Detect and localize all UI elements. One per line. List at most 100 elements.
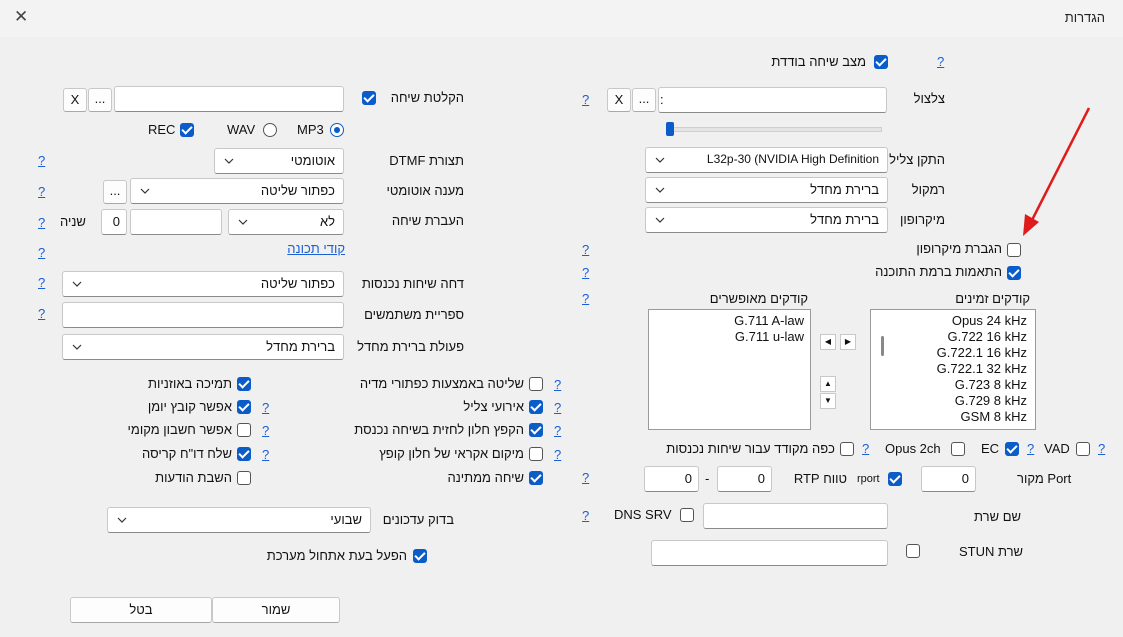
recording-browse-button[interactable]: ... [88,88,112,112]
sound-events-checkbox[interactable] [529,400,543,414]
help-link[interactable]: ? [38,275,45,291]
default-action-select[interactable]: ברירת מחדל [62,334,344,360]
dns-srv-checkbox[interactable] [680,508,694,522]
help-link[interactable]: ? [937,54,944,70]
updates-select[interactable]: שבועי [107,507,371,533]
ring-device-select[interactable]: L32p-30 (NVIDIA High Definition [645,147,888,173]
media-buttons-checkbox[interactable] [529,377,543,391]
help-link[interactable]: ? [262,423,269,439]
ringtone-field[interactable]: : [658,87,887,113]
call-forward-number-field[interactable] [130,209,222,235]
enabled-codecs-list[interactable]: G.711 A-law G.711 u-law [648,309,811,430]
random-popup-checkbox[interactable] [529,447,543,461]
reject-incoming-select[interactable]: כפתור שליטה [62,271,344,297]
headset-support-checkbox[interactable] [237,377,251,391]
available-codecs-list[interactable]: Opus 24 kHz G.722 16 kHz G.722.1 16 kHz G.7… [870,309,1036,430]
run-startup-checkbox[interactable] [413,549,427,563]
help-link[interactable]: ? [582,92,589,108]
auto-answer-more-button[interactable]: ... [103,180,127,204]
recording-checkbox[interactable] [362,91,376,105]
stun-field[interactable] [651,540,888,566]
help-link[interactable]: ? [1027,441,1034,457]
software-adjust-checkbox[interactable] [1007,266,1021,280]
ringtone-browse-button[interactable]: ... [632,88,656,112]
save-button[interactable]: שמור [212,597,340,623]
help-link[interactable]: ? [38,153,45,169]
help-link[interactable]: ? [554,400,561,416]
opus2ch-checkbox[interactable] [951,442,965,456]
dtmf-select[interactable]: אוטומטי [214,148,344,174]
call-waiting-checkbox[interactable] [529,471,543,485]
list-scrollbar[interactable] [881,336,884,356]
disable-notifications-checkbox[interactable] [237,471,251,485]
mic-boost-checkbox[interactable] [1007,243,1021,257]
port-field[interactable]: 0 [921,466,976,492]
help-link[interactable]: ? [582,242,589,258]
cancel-button[interactable]: בטל [70,597,212,623]
help-link[interactable]: ? [262,447,269,463]
help-link[interactable]: ? [582,470,589,486]
help-link[interactable]: ? [38,245,45,261]
auto-answer-select[interactable]: כפתור שליטה [130,178,344,204]
help-link[interactable]: ? [38,184,45,200]
help-link[interactable]: ? [38,215,45,231]
codec-item[interactable]: G.722.1 16 kHz [887,345,1027,361]
help-link[interactable]: ? [582,265,589,281]
recording-folder-field[interactable] [114,86,344,112]
codec-item[interactable]: G.722.1 32 kHz [887,361,1027,377]
popup-front-checkbox[interactable] [529,423,543,437]
help-link[interactable]: ? [554,423,561,439]
help-link[interactable]: ? [38,306,45,322]
mp3-radio[interactable] [330,123,344,137]
close-icon[interactable]: ✕ [14,8,28,26]
help-link[interactable]: ? [862,441,869,457]
microphone-select[interactable]: ברירת מחדל [645,207,888,233]
ec-checkbox[interactable] [1005,442,1019,456]
local-account-checkbox[interactable] [237,423,251,437]
help-link[interactable]: ? [1098,441,1105,457]
force-codec-checkbox[interactable] [840,442,854,456]
volume-slider-track[interactable] [666,127,882,132]
chevron-down-icon [655,157,665,163]
shortcodes-link[interactable]: קודי תכונה [287,241,345,256]
call-forward-select[interactable]: לא [228,209,344,235]
server-name-field[interactable] [703,503,888,529]
crash-report-checkbox[interactable] [237,447,251,461]
directory-label: ספריית משתמשים [364,307,464,322]
recording-clear-button[interactable]: X [63,88,87,112]
updates-label: בדוק עדכונים [382,512,454,527]
default-action-label: פעולת ברירת מחדל [357,339,464,354]
single-call-checkbox[interactable] [874,55,888,69]
chevron-down-icon [72,281,82,287]
wav-radio[interactable] [263,123,277,137]
log-file-checkbox[interactable] [237,400,251,414]
help-link[interactable]: ? [582,291,589,307]
help-link[interactable]: ? [554,447,561,463]
stun-checkbox[interactable] [906,544,920,558]
move-up-button[interactable]: ▲ [820,376,836,392]
call-forward-seconds-field[interactable]: 0 [101,209,127,235]
codec-item[interactable]: G.723 8 kHz [887,377,1027,393]
rtp-to-field[interactable]: 0 [644,466,699,492]
title-bar [0,0,1123,37]
ringtone-clear-button[interactable]: X [607,88,631,112]
codec-item[interactable]: GSM 8 kHz [887,409,1027,425]
codec-item[interactable]: G.711 A-law [664,313,804,329]
move-down-button[interactable]: ▼ [820,393,836,409]
volume-slider-thumb[interactable] [666,122,674,136]
directory-field[interactable] [62,302,344,328]
help-link[interactable]: ? [554,377,561,393]
move-right-button[interactable]: ▶ [840,334,856,350]
codec-item[interactable]: G.729 8 kHz [887,393,1027,409]
rec-checkbox[interactable] [180,123,194,137]
help-link[interactable]: ? [582,508,589,524]
codec-item[interactable]: G.722 16 kHz [887,329,1028,345]
help-link[interactable]: ? [262,400,269,416]
codec-item[interactable]: Opus 24 kHz [887,313,1027,329]
codec-item[interactable]: G.711 u-law [664,329,804,345]
speaker-select[interactable]: ברירת מחדל [645,177,888,203]
rport-checkbox[interactable] [888,472,902,486]
rtp-from-field[interactable]: 0 [717,466,772,492]
vad-checkbox[interactable] [1076,442,1090,456]
move-left-button[interactable]: ◀ [820,334,836,350]
